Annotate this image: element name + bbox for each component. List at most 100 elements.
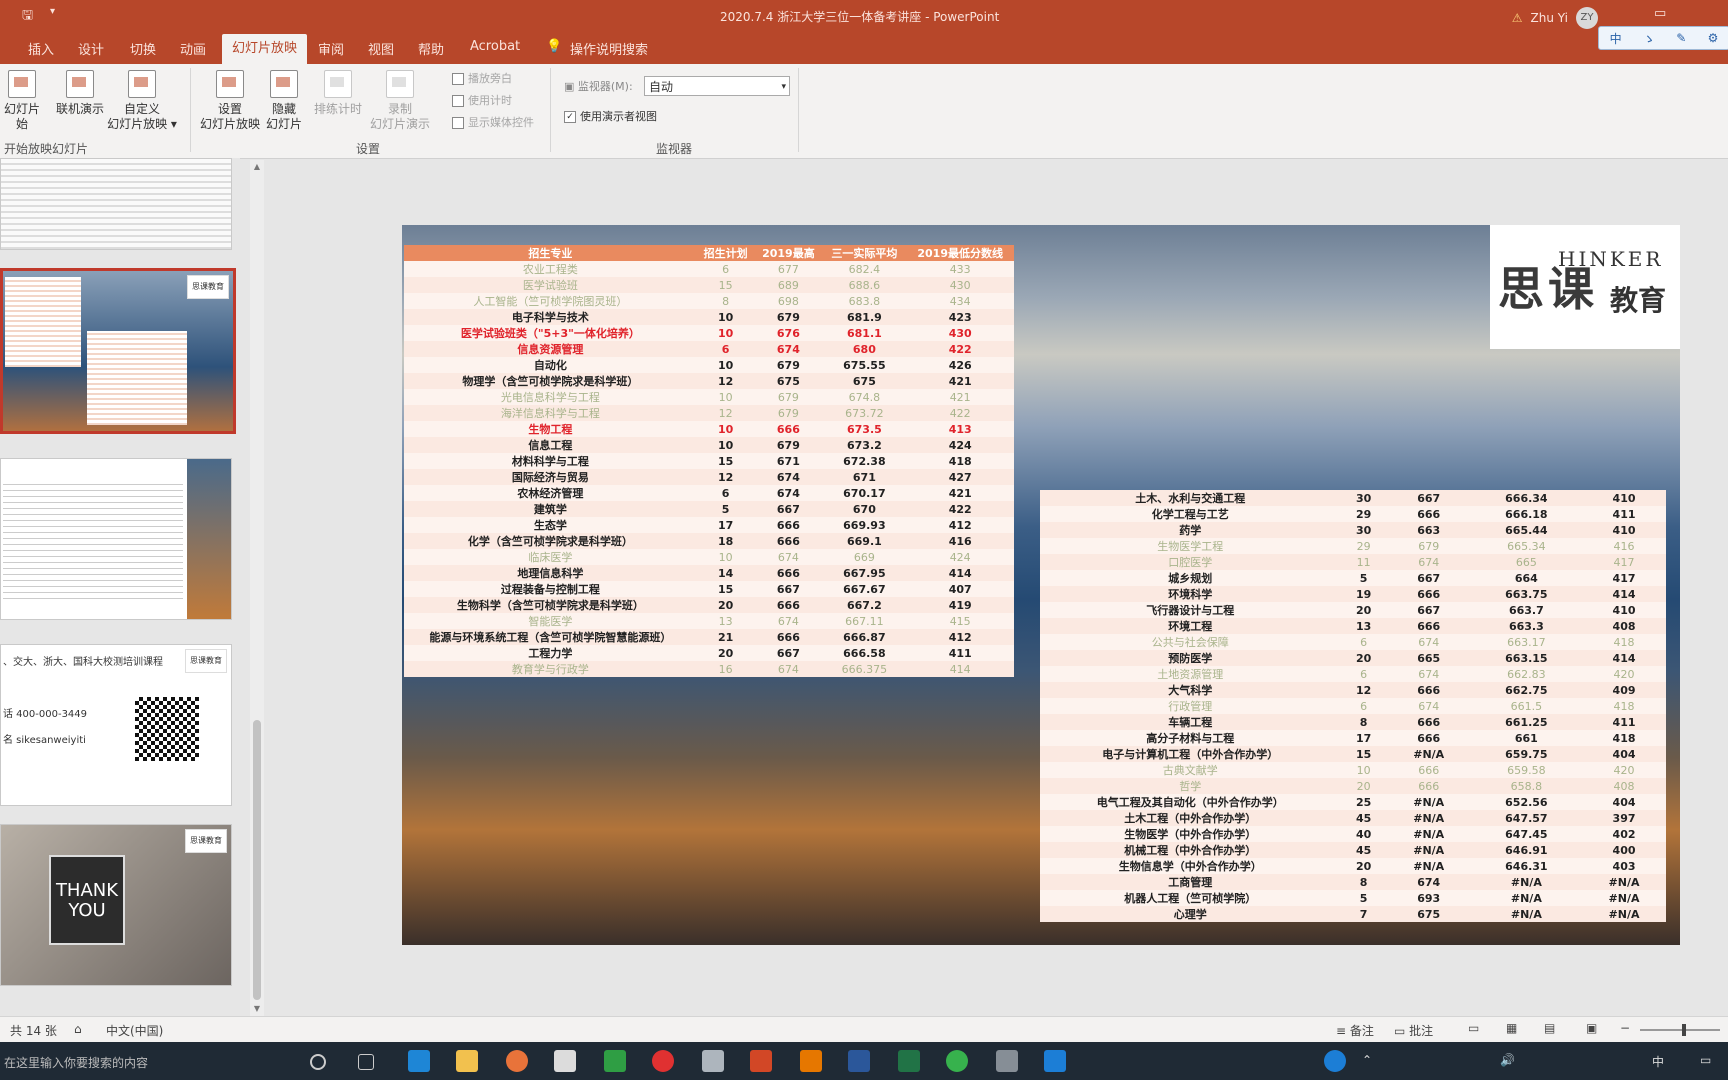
table-row[interactable]: 化学工程与工艺 29 666 666.18 411 <box>1040 506 1666 522</box>
table-row[interactable]: 环境科学 19 666 663.75 414 <box>1040 586 1666 602</box>
slide-thumbnail-selected[interactable]: 思课教育 <box>0 268 236 434</box>
column-header[interactable]: 三一实际平均 <box>822 245 907 261</box>
ime-punct-icon[interactable]: ゝ <box>1643 30 1655 47</box>
table-row[interactable]: 临床医学 10 674 669 424 <box>404 549 1014 565</box>
table-row[interactable]: 心理学 7 675 #N/A #N/A <box>1040 906 1666 922</box>
language-status[interactable]: 中文(中国) <box>106 1022 163 1039</box>
table-row[interactable]: 古典文献学 10 666 659.58 420 <box>1040 762 1666 778</box>
show-media-controls-checkbox[interactable]: 显示媒体控件 <box>452 114 534 130</box>
customize-qat-icon[interactable]: ▾ <box>50 6 55 17</box>
reading-view-icon[interactable]: ▤ <box>1544 1021 1555 1035</box>
table-row[interactable]: 生物信息学（中外合作办学） 20 #N/A 646.31 403 <box>1040 858 1666 874</box>
notepad-icon[interactable] <box>996 1050 1018 1072</box>
table-row[interactable]: 土地资源管理 6 674 662.83 420 <box>1040 666 1666 682</box>
slide-sorter-icon[interactable]: ▦ <box>1506 1021 1517 1035</box>
column-header[interactable]: 招生计划 <box>696 245 755 261</box>
app-icon[interactable] <box>800 1050 822 1072</box>
tab-acrobat[interactable]: Acrobat <box>470 39 520 54</box>
rehearse-timings-button[interactable]: 排练计时 <box>312 70 364 117</box>
table-row[interactable]: 车辆工程 8 666 661.25 411 <box>1040 714 1666 730</box>
avatar[interactable]: ZY <box>1576 7 1598 29</box>
table-row[interactable]: 人工智能（竺可桢学院图灵班） 8 698 683.8 434 <box>404 293 1014 309</box>
table-row[interactable]: 化学（含竺可桢学院求是科学班） 18 666 669.1 416 <box>404 533 1014 549</box>
slide-thumbnail[interactable] <box>0 458 232 620</box>
left-data-table[interactable]: 招生专业 招生计划 2019最高 三一实际平均 2019最低分数线 农业工程类 6 677 68… <box>404 245 1014 677</box>
tab-insert[interactable]: 插入 <box>28 39 54 58</box>
from-start-button[interactable]: 幻灯片始 <box>0 70 44 132</box>
comments-button[interactable]: ▭ 批注 <box>1394 1022 1433 1039</box>
user-name[interactable]: Zhu Yi <box>1531 11 1568 25</box>
table-row[interactable]: 哲学 20 666 658.8 408 <box>1040 778 1666 794</box>
table-row[interactable]: 行政管理 6 674 661.5 418 <box>1040 698 1666 714</box>
ime-mode[interactable]: 中 <box>1610 30 1622 47</box>
table-row[interactable]: 医学试验班类（"5+3"一体化培养） 10 676 681.1 430 <box>404 325 1014 341</box>
table-row[interactable]: 飞行器设计与工程 20 667 663.7 410 <box>1040 602 1666 618</box>
table-row[interactable]: 医学试验班 15 689 688.6 430 <box>404 277 1014 293</box>
zoom-slider-thumb[interactable] <box>1682 1024 1686 1036</box>
firefox-icon[interactable] <box>506 1050 528 1072</box>
table-row[interactable]: 工程力学 20 667 666.58 411 <box>404 645 1014 661</box>
table-row[interactable]: 国际经济与贸易 12 674 671 427 <box>404 469 1014 485</box>
play-narrations-checkbox[interactable]: 播放旁白 <box>452 70 512 86</box>
cortana-icon[interactable] <box>310 1054 326 1070</box>
table-row[interactable]: 环境工程 13 666 663.3 408 <box>1040 618 1666 634</box>
ime-toolbar[interactable]: 中 ゝ ✎ ⚙ <box>1598 26 1728 50</box>
tab-design[interactable]: 设计 <box>78 39 104 58</box>
table-row[interactable]: 大气科学 12 666 662.75 409 <box>1040 682 1666 698</box>
thumbnails-scrollbar[interactable]: ▲ ▼ <box>250 160 264 1016</box>
table-row[interactable]: 土木、水利与交通工程 30 667 666.34 410 <box>1040 490 1666 506</box>
table-row[interactable]: 生物科学（含竺可桢学院求是科学班） 20 666 667.2 419 <box>404 597 1014 613</box>
table-row[interactable]: 教育学与行政学 16 674 666.375 414 <box>404 661 1014 677</box>
table-row[interactable]: 口腔医学 11 674 665 417 <box>1040 554 1666 570</box>
online-present-button[interactable]: 联机演示 <box>52 70 108 117</box>
table-row[interactable]: 土木工程（中外合作办学） 45 #N/A 647.57 397 <box>1040 810 1666 826</box>
accessibility-icon[interactable]: ⌂ <box>74 1022 82 1036</box>
help-icon[interactable] <box>1324 1050 1346 1072</box>
app-icon[interactable] <box>1044 1050 1066 1072</box>
table-row[interactable]: 电子科学与技术 10 679 681.9 423 <box>404 309 1014 325</box>
table-row[interactable]: 信息工程 10 679 673.2 424 <box>404 437 1014 453</box>
record-slide-show-button[interactable]: 录制 幻灯片演示 <box>364 70 436 132</box>
wechat-icon[interactable] <box>946 1050 968 1072</box>
tab-review[interactable]: 审阅 <box>318 39 344 58</box>
tell-me-search[interactable]: 操作说明搜索 <box>570 39 648 58</box>
column-header[interactable]: 2019最高 <box>754 245 823 261</box>
zoom-out-icon[interactable]: − <box>1620 1021 1630 1035</box>
table-row[interactable]: 生物医学（中外合作办学） 40 #N/A 647.45 402 <box>1040 826 1666 842</box>
table-row[interactable]: 信息资源管理 6 674 680 422 <box>404 341 1014 357</box>
table-row[interactable]: 过程装备与控制工程 15 667 667.67 407 <box>404 581 1014 597</box>
table-row[interactable]: 物理学（含竺可桢学院求是科学班） 12 675 675 421 <box>404 373 1014 389</box>
taskbar-search[interactable]: 在这里输入你要搜索的内容 <box>4 1054 148 1071</box>
slideshow-view-icon[interactable]: ▣ <box>1586 1021 1597 1035</box>
ribbon-display-icon[interactable]: ▭ <box>1654 6 1666 21</box>
custom-slide-show-button[interactable]: 自定义 幻灯片放映 ▾ <box>104 70 180 132</box>
chevron-up-icon[interactable]: ⌃ <box>1362 1053 1372 1067</box>
tab-slide-show[interactable]: 幻灯片放映 <box>222 34 308 64</box>
scroll-down-icon[interactable]: ▼ <box>252 1004 262 1014</box>
scrollbar-thumb[interactable] <box>253 720 261 1000</box>
settings-app-icon[interactable] <box>702 1050 724 1072</box>
right-data-table[interactable]: 土木、水利与交通工程 30 667 666.34 410 化学工程与工艺 29 666 666.… <box>1040 490 1666 922</box>
save-icon[interactable]: 🖫 <box>22 6 33 28</box>
volume-icon[interactable]: 🔊 <box>1500 1053 1515 1067</box>
table-row[interactable]: 光电信息科学与工程 10 679 674.8 421 <box>404 389 1014 405</box>
excel-icon[interactable] <box>898 1050 920 1072</box>
hide-slide-button[interactable]: 隐藏 幻灯片 <box>262 70 306 132</box>
notification-icon[interactable]: ▭ <box>1700 1053 1711 1067</box>
table-row[interactable]: 能源与环境系统工程（含竺可桢学院智慧能源班） 21 666 666.87 412 <box>404 629 1014 645</box>
tab-animations[interactable]: 动画 <box>180 39 206 58</box>
table-row[interactable]: 公共与社会保障 6 674 663.17 418 <box>1040 634 1666 650</box>
table-row[interactable]: 预防医学 20 665 663.15 414 <box>1040 650 1666 666</box>
slide-thumbnail[interactable]: THANK YOU 思课教育 <box>0 824 232 986</box>
table-row[interactable]: 生物工程 10 666 673.5 413 <box>404 421 1014 437</box>
slide-thumbnail[interactable]: 、交大、浙大、国科大校测培训课程 话 400-000-3449 名 sikesa… <box>0 644 232 806</box>
task-view-icon[interactable] <box>358 1054 374 1070</box>
ime-pen-icon[interactable]: ✎ <box>1676 31 1686 45</box>
normal-view-icon[interactable]: ▭ <box>1468 1021 1479 1035</box>
use-timings-checkbox[interactable]: 使用计时 <box>452 92 512 108</box>
column-header[interactable]: 招生专业 <box>404 245 697 261</box>
tab-help[interactable]: 帮助 <box>418 39 444 58</box>
table-row[interactable]: 材料科学与工程 15 671 672.38 418 <box>404 453 1014 469</box>
slide-thumbnail[interactable] <box>0 158 232 250</box>
table-row[interactable]: 海洋信息科学与工程 12 679 673.72 422 <box>404 405 1014 421</box>
